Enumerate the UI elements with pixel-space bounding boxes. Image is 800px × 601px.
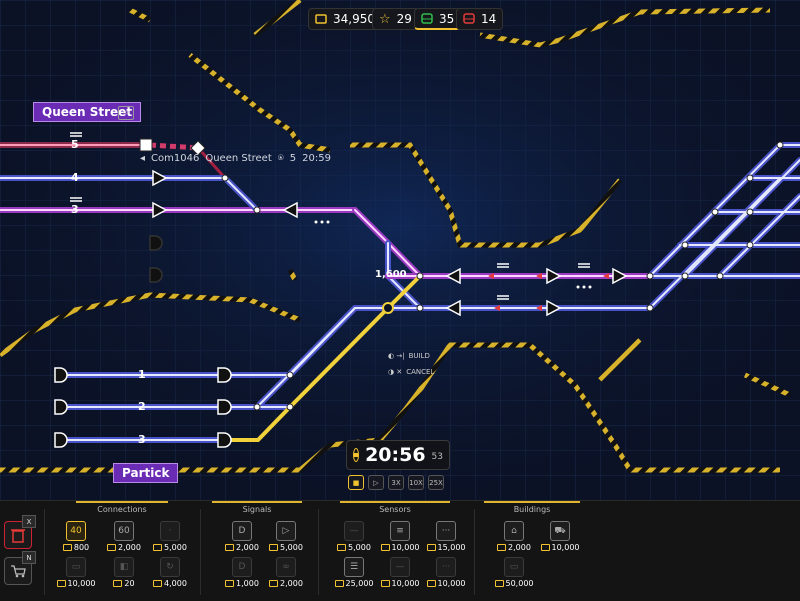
sensor-dots-2-icon: ··· [436, 557, 456, 577]
tool-buffer[interactable]: D 1,000 [222, 557, 262, 588]
trains-ok-value: 35 [439, 11, 455, 26]
sensor-lines-icon: ☰ [344, 557, 364, 577]
tool-sensor-dash[interactable]: — 10,000 [380, 557, 420, 588]
speed-3x-button[interactable]: 3X [388, 475, 404, 490]
track-number: 5 [71, 138, 79, 151]
tool-track-40[interactable]: 40 800 [56, 521, 96, 552]
category-sensors: Sensors [379, 505, 411, 514]
mouse-right-icon: ◑ ✕ [388, 368, 403, 376]
sensor-platform-icon: ≡ [390, 521, 410, 541]
tool-turntable[interactable]: ↻ 4,000 [150, 557, 190, 588]
station-building-icon[interactable]: ▭ [118, 106, 134, 120]
path-signal-icon: ▷ [276, 521, 296, 541]
train-id: Com1046 [151, 153, 200, 164]
terminal-icon: ▭ [504, 557, 524, 577]
money-value: 34,950 [333, 12, 375, 26]
clock-time: 20:56 [365, 444, 426, 466]
track-number: 4 [71, 171, 79, 184]
tool-terminal[interactable]: ▭ 50,000 [494, 557, 534, 588]
trains-late-value: 14 [481, 12, 497, 26]
speed-25x-button[interactable]: 25X [428, 475, 444, 490]
track-40-icon: 40 [66, 521, 86, 541]
rail-map[interactable] [0, 0, 800, 500]
hint-cancel: ◑ ✕ CANCEL [388, 368, 435, 376]
train-ok-icon [421, 12, 433, 24]
tool-track-locked[interactable]: · 5,000 [150, 521, 190, 552]
clock-seconds: 53 [431, 452, 443, 462]
money-counter: 34,950 [308, 8, 382, 30]
sensor-basic-icon: — [344, 521, 364, 541]
distance-label: 1,600 [375, 269, 407, 280]
tool-sensor-platform[interactable]: ≡ 10,000 [380, 521, 420, 552]
money-icon [315, 14, 327, 24]
train-destination: Queen Street [205, 153, 272, 164]
train-platform: 5 [289, 153, 297, 164]
tunnel-icon: ▭ [66, 557, 86, 577]
delete-hotkey: X [22, 515, 36, 528]
pause-status-icon [353, 448, 360, 462]
category-connections: Connections [97, 505, 147, 514]
trains-late-counter[interactable]: 14 [456, 8, 504, 30]
build-panel: X N Connections Signals Sensors Building… [0, 500, 800, 601]
mouse-left-icon: ◐ →| [388, 352, 405, 360]
loop-signal-icon: ∞ [276, 557, 296, 577]
tool-track-60[interactable]: 60 2,000 [104, 521, 144, 552]
tool-stop-signal[interactable]: D 2,000 [222, 521, 262, 552]
track-number: 3 [138, 433, 146, 446]
track-number: 2 [138, 400, 146, 413]
train-late-icon [463, 13, 475, 24]
tool-sensor-lines[interactable]: ☰ 25,000 [334, 557, 374, 588]
cart-icon [11, 565, 26, 578]
star-value: 29 [396, 12, 412, 26]
play-button[interactable]: ▷ [368, 475, 384, 490]
tool-sensor-dots-2[interactable]: ··· 10,000 [426, 557, 466, 588]
tool-loop-signal[interactable]: ∞ 2,000 [266, 557, 306, 588]
station-icon: ⌂ [504, 521, 524, 541]
hint-build: ◐ →| BUILD [388, 352, 430, 360]
locked-track-icon: · [160, 521, 180, 541]
tool-station[interactable]: ⌂ 2,000 [494, 521, 534, 552]
track-60-icon: 60 [114, 521, 134, 541]
tool-path-signal[interactable]: ▷ 5,000 [266, 521, 306, 552]
pause-button[interactable]: ■ [348, 475, 364, 490]
tool-tunnel[interactable]: ▭ 10,000 [56, 557, 96, 588]
trash-icon [11, 529, 25, 543]
tool-bridge[interactable]: ◧ 20 [104, 557, 144, 588]
sensor-dots-icon: ··· [436, 521, 456, 541]
speed-10x-button[interactable]: 10X [408, 475, 424, 490]
train-arrow-icon: ◂ [140, 153, 146, 164]
train-time: 20:59 [302, 153, 331, 164]
category-buildings: Buildings [513, 505, 551, 514]
track-number: 3 [71, 203, 79, 216]
turntable-icon: ↻ [160, 557, 180, 577]
tool-sensor-dots[interactable]: ··· 15,000 [426, 521, 466, 552]
trains-ok-counter[interactable]: 35 [414, 8, 462, 30]
shop-hotkey: N [22, 551, 36, 564]
station-label-partick[interactable]: Partick [113, 463, 179, 483]
speed-controls: ■ ▷ 3X 10X 25X [348, 475, 444, 490]
sensor-dash-icon: — [390, 557, 410, 577]
category-signals: Signals [242, 505, 272, 514]
stop-signal-icon: D [232, 521, 252, 541]
star-icon: ☆ [379, 11, 391, 27]
buffer-icon: D [232, 557, 252, 577]
track-number: 1 [138, 368, 146, 381]
tool-sensor-basic[interactable]: — 5,000 [334, 521, 374, 552]
game-clock: 20:56 53 [346, 440, 450, 470]
depot-icon: ⛟ [550, 521, 570, 541]
star-counter: ☆ 29 [372, 8, 419, 30]
bridge-icon: ◧ [114, 557, 134, 577]
platform-icon: ⍟ [277, 153, 284, 164]
train-info: ◂ Com1046 Queen Street ⍟ 5 20:59 [140, 153, 331, 164]
tool-depot[interactable]: ⛟ 10,000 [540, 521, 580, 552]
